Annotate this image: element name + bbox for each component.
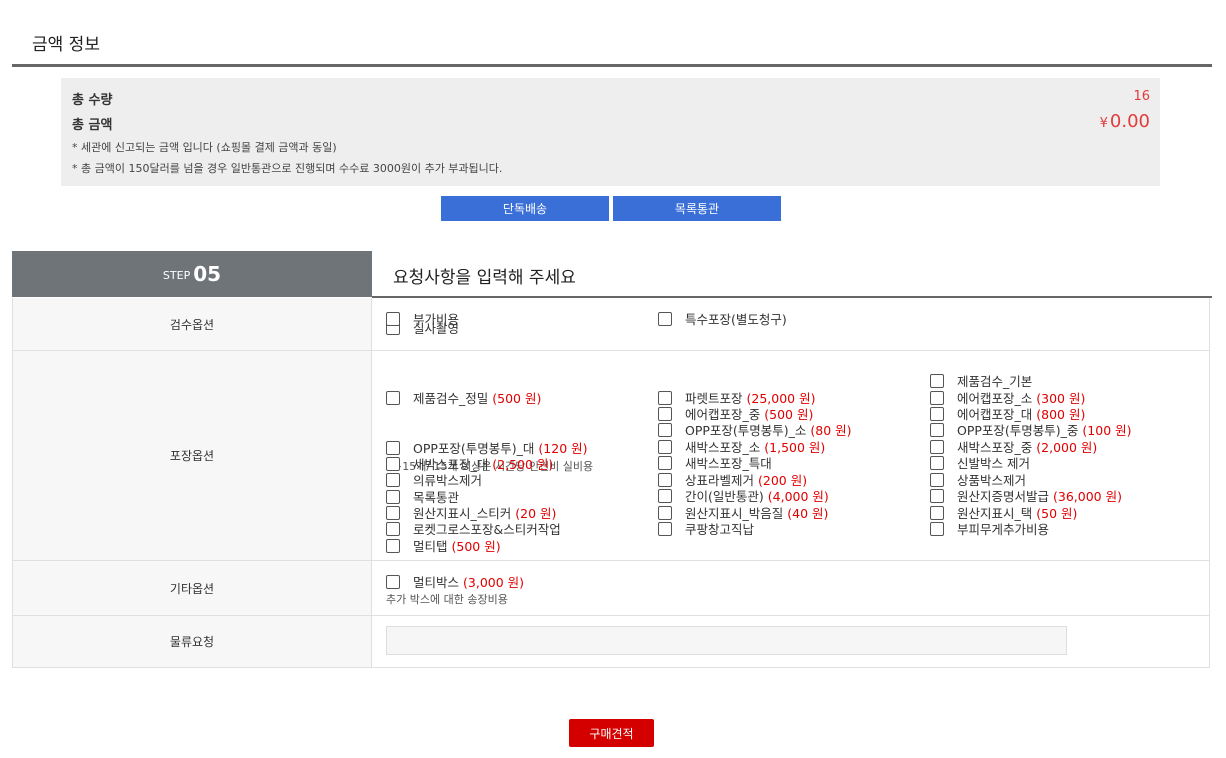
other-row: 기타옵션 추가 박스에 대한 송장비용 멀티박스 (3,000 원) xyxy=(13,561,1209,616)
packing-row: 포장옵션 1~15개/ 15개 이상은 시간당 인건비 실비용 부가비용 제품검수… xyxy=(13,311,1209,561)
logistics-label: 물류요청 xyxy=(13,616,372,667)
option-checkbox[interactable]: 부피무게추가비용 xyxy=(930,519,1053,538)
checkbox-box[interactable] xyxy=(930,521,944,536)
options-table: 검수옵션 실사촬영 포장옵션 1~15개/ 15개 이상은 시간당 인건비 실비… xyxy=(12,298,1210,668)
packing-label: 포장옵션 xyxy=(13,351,372,560)
title-divider xyxy=(12,64,1212,67)
purchase-quote-button[interactable]: 구매견적 xyxy=(569,719,654,747)
option-checkbox[interactable]: 쿠팡창고직납 xyxy=(658,519,758,538)
option-checkbox[interactable]: 특수포장(별도청구) xyxy=(658,309,791,328)
total-amount-label: 총 금액 xyxy=(72,118,113,133)
option-price: (2,000 원) xyxy=(1036,440,1098,455)
checkbox-box[interactable] xyxy=(386,489,400,504)
option-name: 쿠팡창고직납 xyxy=(685,522,755,537)
inspection-row: 검수옵션 실사촬영 xyxy=(13,298,1209,351)
checkbox-box[interactable] xyxy=(930,505,944,520)
option-price: (40 원) xyxy=(787,506,829,521)
checkbox-box[interactable] xyxy=(930,455,944,470)
option-price: (500 원) xyxy=(451,539,501,554)
checkbox-box[interactable] xyxy=(658,455,672,470)
checkbox-box[interactable] xyxy=(658,406,672,421)
checkbox-box[interactable] xyxy=(386,505,400,520)
step-title: 요청사항을 입력해 주세요 xyxy=(393,268,576,288)
option-name: 부가비용 xyxy=(413,312,460,327)
checkbox-box[interactable] xyxy=(386,456,400,471)
option-checkbox[interactable]: 부가비용 xyxy=(386,309,463,328)
option-name: 특수포장(별도청구) xyxy=(685,312,787,327)
total-amount-value: ¥0.00 xyxy=(1100,111,1150,132)
option-name: 제품검수_정밀 xyxy=(413,391,489,406)
fee-note: * 총 금액이 150달러를 넘을 경우 일반통관으로 진행되며 수수료 300… xyxy=(72,162,503,175)
option-price: (500 원) xyxy=(492,391,542,406)
step-indicator: STEP 05 xyxy=(12,251,372,297)
checkbox-box[interactable] xyxy=(386,311,400,326)
checkbox-box[interactable] xyxy=(658,311,672,326)
option-checkbox[interactable]: 제품검수_정밀 (500 원) xyxy=(386,388,541,407)
checkbox-box[interactable] xyxy=(386,574,400,589)
checkbox-box[interactable] xyxy=(930,488,944,503)
total-qty-label: 총 수량 xyxy=(72,93,113,108)
checkbox-box[interactable] xyxy=(930,390,944,405)
checkbox-box[interactable] xyxy=(386,390,400,405)
other-label: 기타옵션 xyxy=(13,561,372,615)
currency-symbol: ¥ xyxy=(1099,116,1108,131)
option-name: 멀티박스 xyxy=(413,575,460,590)
single-shipping-button[interactable]: 단독배송 xyxy=(441,196,609,221)
checkbox-box[interactable] xyxy=(930,422,944,437)
checkbox-box[interactable] xyxy=(386,472,400,487)
checkbox-box[interactable] xyxy=(658,472,672,487)
checkbox-box[interactable] xyxy=(930,373,944,388)
option-price: (3,000 원) xyxy=(463,575,525,590)
checkbox-box[interactable] xyxy=(658,521,672,536)
checkbox-box[interactable] xyxy=(386,521,400,536)
checkbox-box[interactable] xyxy=(658,505,672,520)
checkbox-box[interactable] xyxy=(658,390,672,405)
checkbox-box[interactable] xyxy=(658,488,672,503)
checkbox-box[interactable] xyxy=(386,538,400,553)
option-price: (2,500 원) xyxy=(492,457,554,472)
logistics-request-input[interactable] xyxy=(386,626,1067,655)
inspection-label: 검수옵션 xyxy=(13,298,372,350)
checkbox-box[interactable] xyxy=(930,406,944,421)
list-clearance-button[interactable]: 목록통관 xyxy=(613,196,781,221)
option-checkbox[interactable]: 멀티탭 (500 원) xyxy=(386,536,501,555)
checkbox-box[interactable] xyxy=(386,440,400,455)
amount-number: 0.00 xyxy=(1109,111,1150,132)
total-qty-value: 16 xyxy=(1133,89,1150,104)
checkbox-box[interactable] xyxy=(658,439,672,454)
checkbox-box[interactable] xyxy=(930,439,944,454)
option-name: 멀티탭 xyxy=(413,539,448,554)
section-title: 금액 정보 xyxy=(32,35,100,55)
customs-note: * 세관에 신고되는 금액 입니다 (쇼핑몰 결제 금액과 동일) xyxy=(72,141,337,154)
multibox-note: 추가 박스에 대한 송장비용 xyxy=(386,593,508,606)
amount-summary: 총 수량 16 총 금액 ¥0.00 * 세관에 신고되는 금액 입니다 (쇼핑… xyxy=(61,78,1160,186)
checkbox-box[interactable] xyxy=(658,422,672,437)
step-number: 05 xyxy=(193,262,222,286)
option-name: 부피무게추가비용 xyxy=(957,522,1050,537)
option-checkbox[interactable]: 멀티박스 (3,000 원) xyxy=(386,572,524,591)
logistics-row: 물류요청 xyxy=(13,616,1209,668)
checkbox-box[interactable] xyxy=(930,472,944,487)
step-word: STEP xyxy=(162,269,191,282)
